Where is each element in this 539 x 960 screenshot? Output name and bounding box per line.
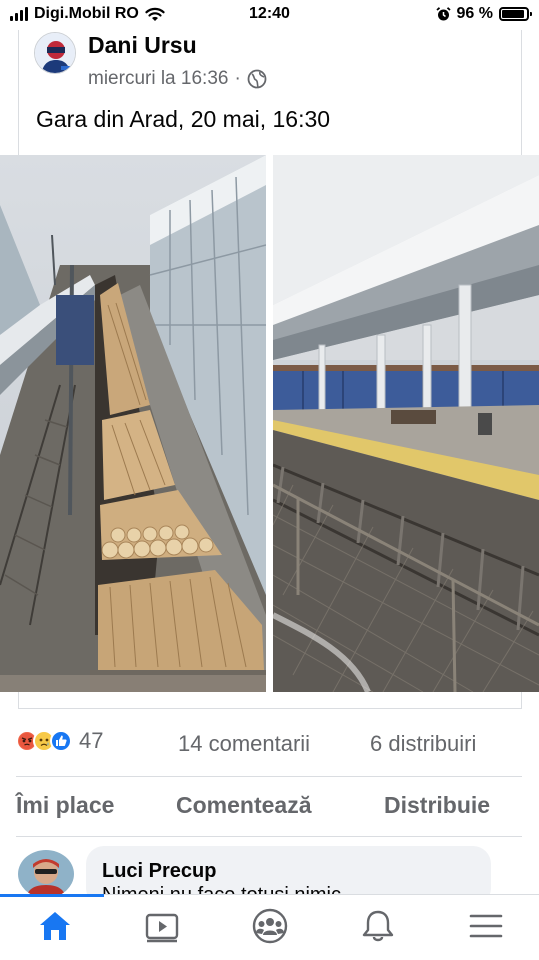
like-button[interactable]: Îmi place: [16, 792, 114, 819]
divider: [16, 836, 522, 837]
groups-icon: [252, 908, 288, 944]
divider: [16, 776, 522, 777]
commenter-name[interactable]: Luci Precup: [102, 860, 216, 883]
battery-percent: 96 %: [456, 5, 493, 22]
tab-home[interactable]: [33, 904, 77, 948]
battery-icon: [499, 7, 532, 21]
tab-menu[interactable]: [464, 904, 508, 948]
post-card-bottom: [18, 692, 522, 709]
tab-notifications[interactable]: [356, 904, 400, 948]
reaction-summary[interactable]: 47: [16, 728, 103, 754]
home-icon: [40, 912, 70, 940]
post-text: Gara din Arad, 20 mai, 16:30: [36, 106, 331, 132]
public-globe-icon: [247, 69, 267, 89]
status-bar: Digi.Mobil RO 12:40 96 %: [0, 0, 539, 30]
tab-groups[interactable]: [248, 904, 292, 948]
meta-separator: ·: [234, 68, 241, 89]
battery-group: 96 %: [435, 5, 532, 23]
active-tab-indicator: [0, 894, 104, 897]
post-author[interactable]: Dani Ursu: [88, 32, 197, 59]
post-timestamp[interactable]: miercuri la 16:36: [88, 68, 228, 90]
notifications-icon: [362, 910, 394, 942]
reaction-count: 47: [79, 728, 104, 753]
share-button[interactable]: Distribuie: [384, 792, 490, 819]
author-avatar[interactable]: [34, 32, 76, 74]
alarm-icon: [435, 6, 451, 20]
post-photo-1[interactable]: [0, 155, 266, 692]
post-meta: miercuri la 16:36 ·: [88, 68, 267, 90]
shares-count[interactable]: 6 distribuiri: [370, 731, 476, 757]
tab-video[interactable]: [140, 904, 184, 948]
post-photo-2[interactable]: [273, 155, 539, 692]
menu-icon: [469, 914, 503, 938]
like-reaction-icon: [50, 730, 72, 752]
photo-grid: [0, 155, 539, 692]
commenter-avatar[interactable]: [18, 850, 74, 898]
comment-button[interactable]: Comentează: [176, 792, 311, 819]
comments-count[interactable]: 14 comentarii: [178, 731, 310, 757]
video-icon: [145, 913, 179, 943]
